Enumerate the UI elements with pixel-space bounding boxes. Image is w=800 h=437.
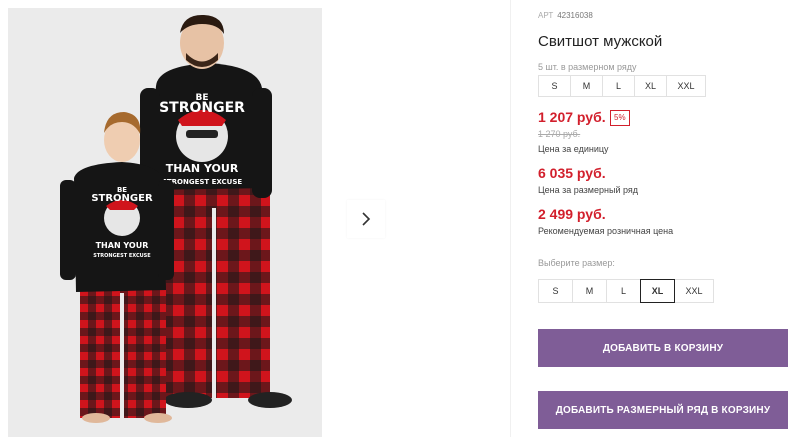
article-value: 42316038 xyxy=(557,11,593,20)
svg-text:STRONGEST EXCUSE: STRONGEST EXCUSE xyxy=(93,253,151,259)
pack-price: 6 035 руб. xyxy=(538,165,606,181)
svg-text:THAN YOUR: THAN YOUR xyxy=(96,241,149,250)
chevron-right-icon xyxy=(362,212,371,226)
pack-size-xxl: XXL xyxy=(666,75,706,97)
pack-size-l: L xyxy=(602,75,635,97)
discount-badge: 5% xyxy=(610,110,630,126)
product-info-panel: АРТ 42316038 Свитшот мужской 5 шт. в разм… xyxy=(538,0,800,437)
size-select-label: Выберите размер: xyxy=(538,258,615,268)
size-option-s[interactable]: S xyxy=(538,279,573,303)
product-image[interactable]: BE STRONGER THAN YOUR STRONGEST EXCUSE B… xyxy=(8,8,322,437)
add-to-cart-button[interactable]: ДОБАВИТЬ В КОРЗИНУ xyxy=(538,329,788,367)
size-option-xxl[interactable]: XXL xyxy=(674,279,714,303)
unit-price-caption: Цена за единицу xyxy=(538,144,609,154)
pack-size-xl: XL xyxy=(634,75,667,97)
pack-sizes: S M L XL XXL xyxy=(538,75,706,97)
product-photo: BE STRONGER THAN YOUR STRONGEST EXCUSE B… xyxy=(8,8,322,437)
article-label: АРТ xyxy=(538,11,554,20)
svg-text:THAN YOUR: THAN YOUR xyxy=(166,162,239,175)
article-number: АРТ 42316038 xyxy=(538,11,593,20)
size-selector: S M L XL XXL xyxy=(538,279,714,303)
retail-price: 2 499 руб. xyxy=(538,206,606,222)
gallery-next-button[interactable] xyxy=(347,200,385,238)
retail-price-caption: Рекомендуемая розничная цена xyxy=(538,226,674,236)
size-option-m[interactable]: M xyxy=(572,279,607,303)
svg-text:STRONGER: STRONGER xyxy=(91,193,153,204)
unit-price: 1 207 руб. xyxy=(538,109,606,125)
pack-size-label: 5 шт. в размерном ряду xyxy=(538,62,637,72)
product-title: Свитшот мужской xyxy=(538,33,663,50)
add-pack-to-cart-button[interactable]: ДОБАВИТЬ РАЗМЕРНЫЙ РЯД В КОРЗИНУ xyxy=(538,391,788,429)
size-option-xl[interactable]: XL xyxy=(640,279,675,303)
pack-price-caption: Цена за размерный ряд xyxy=(538,185,639,195)
pack-size-s: S xyxy=(538,75,571,97)
size-option-l[interactable]: L xyxy=(606,279,641,303)
pack-size-m: M xyxy=(570,75,603,97)
old-price: 1 270 руб. xyxy=(538,129,581,139)
svg-text:STRONGER: STRONGER xyxy=(159,100,245,116)
svg-text:STRONGEST EXCUSE: STRONGEST EXCUSE xyxy=(162,178,243,186)
divider xyxy=(510,0,511,437)
